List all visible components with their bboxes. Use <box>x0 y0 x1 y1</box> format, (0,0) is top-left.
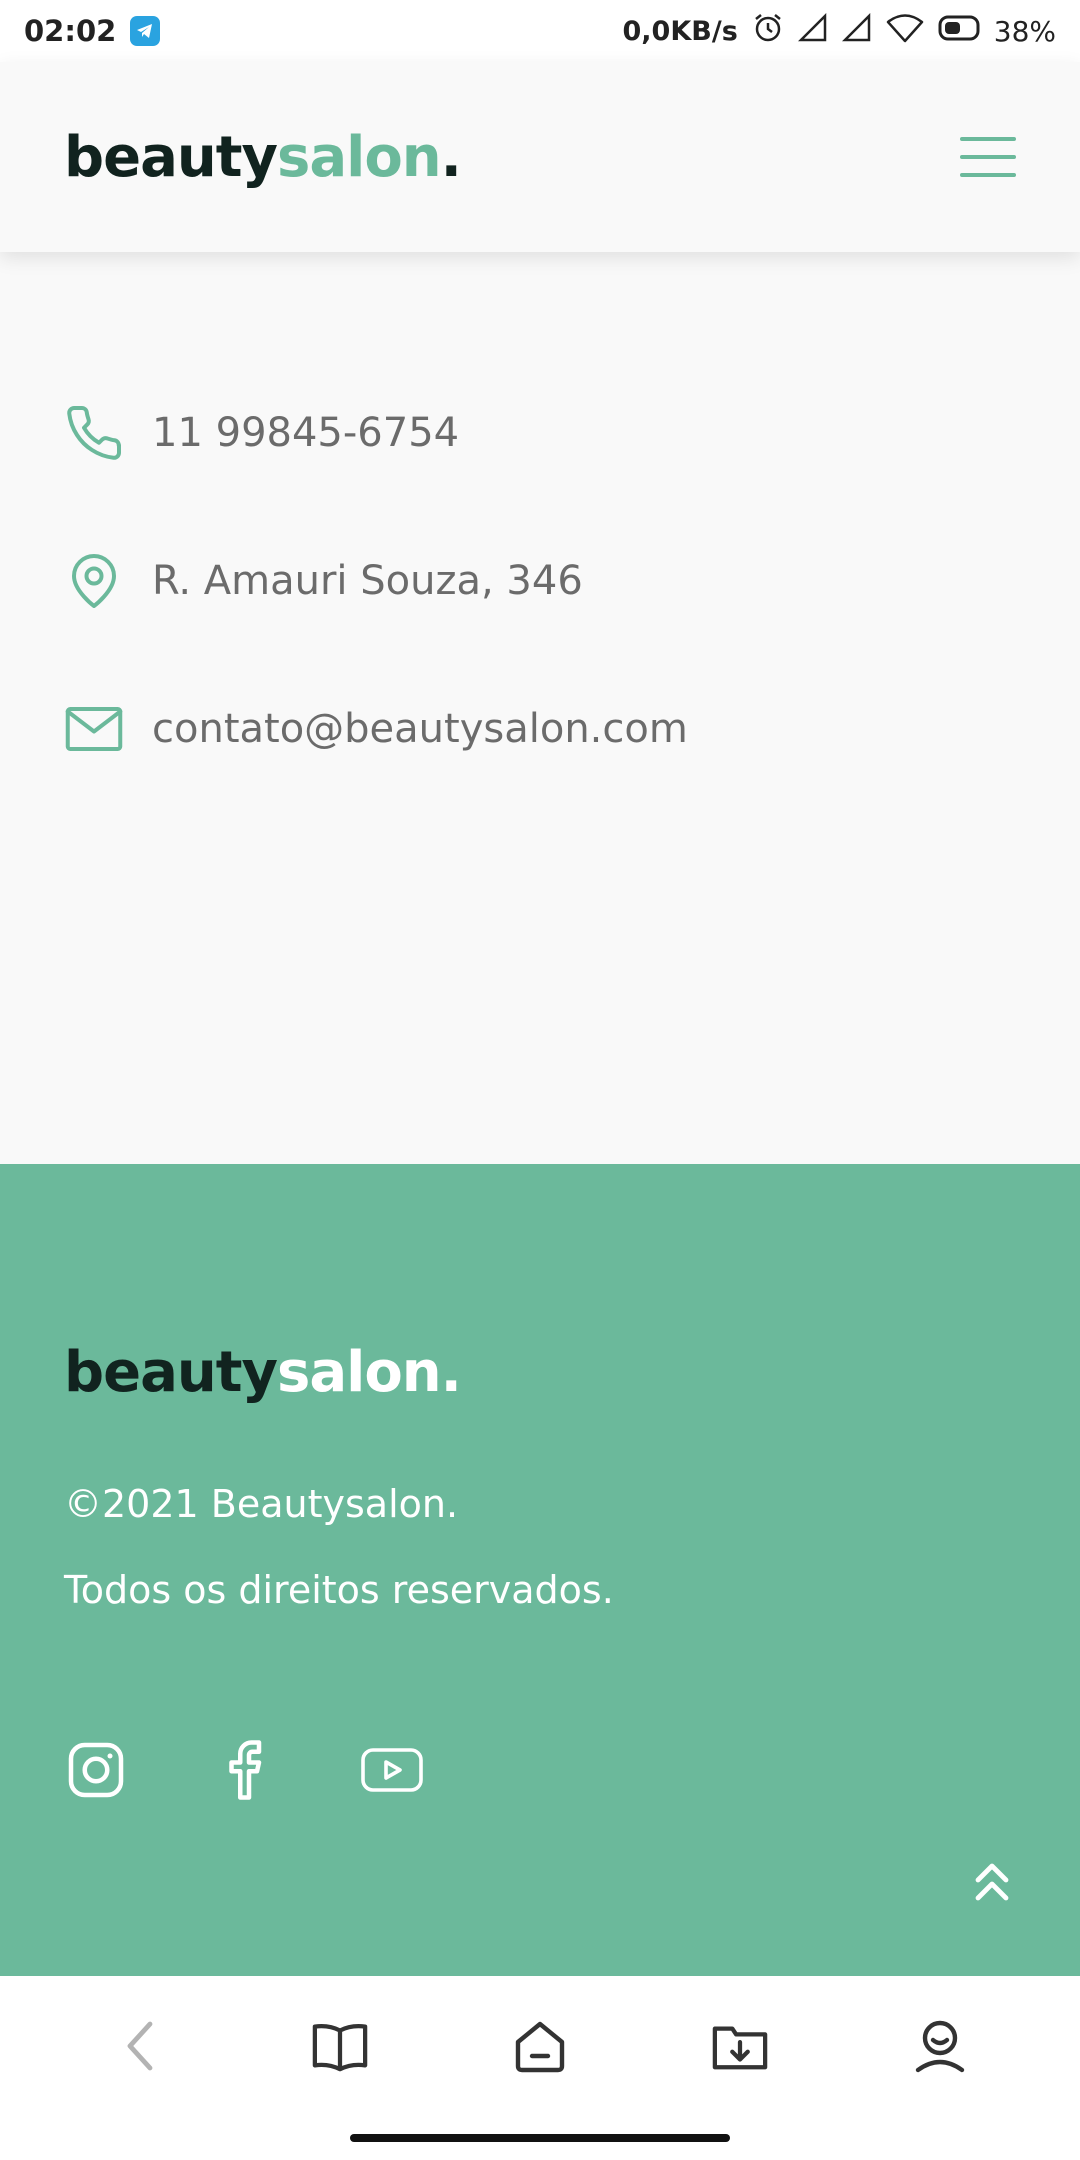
contact-address[interactable]: R. Amauri Souza, 346 <box>64 550 1080 612</box>
copyright-text: ©2021 Beautysalon. <box>64 1482 459 1526</box>
site-footer: beautysalon. ©2021 Beautysalon. Todos os… <box>0 1164 1080 1976</box>
battery-percent: 38% <box>993 14 1056 48</box>
contact-email[interactable]: contato@beautysalon.com <box>64 698 1080 760</box>
footer-logo[interactable]: beautysalon. <box>64 1340 462 1405</box>
battery-icon <box>938 15 980 48</box>
contact-section: 11 99845-6754 R. Amauri Souza, 346 conta… <box>0 252 1080 1164</box>
status-left: 02:02 <box>24 14 161 48</box>
status-right: 0,0KB/s 38% <box>622 12 1056 51</box>
telegram-icon <box>130 16 161 46</box>
youtube-icon[interactable] <box>360 1738 424 1802</box>
alarm-icon <box>752 12 784 51</box>
downloads-icon[interactable] <box>700 2006 780 2086</box>
instagram-icon[interactable] <box>64 1738 128 1802</box>
phone-icon <box>64 402 124 464</box>
contact-phone-text: 11 99845-6754 <box>152 410 460 456</box>
double-chevron-up-icon[interactable] <box>968 1854 1016 1910</box>
browser-nav-bar <box>0 1976 1080 2160</box>
contact-email-text: contato@beautysalon.com <box>152 706 688 752</box>
network-speed: 0,0KB/s <box>622 15 738 47</box>
logo-part-salon: salon <box>277 124 442 190</box>
rights-text: Todos os direitos reservados. <box>64 1568 614 1612</box>
browser-nav-icons <box>0 1976 1080 2116</box>
logo-part-beauty: beauty <box>64 1340 278 1405</box>
menu-line <box>960 155 1016 159</box>
hamburger-icon[interactable] <box>960 137 1016 177</box>
social-links <box>64 1738 424 1802</box>
menu-line <box>960 173 1016 177</box>
location-pin-icon <box>64 550 124 612</box>
status-time: 02:02 <box>24 14 117 48</box>
site-logo[interactable]: beautysalon. <box>64 124 462 190</box>
facebook-icon[interactable] <box>212 1738 276 1802</box>
signal-icon <box>797 12 828 50</box>
logo-dot: . <box>440 124 462 190</box>
status-bar: 02:02 0,0KB/s 38% <box>0 0 1080 62</box>
logo-part-salon: salon <box>277 1340 442 1405</box>
profile-icon[interactable] <box>900 2006 980 2086</box>
signal-icon <box>841 12 872 50</box>
home-icon[interactable] <box>500 2006 580 2086</box>
mail-icon <box>64 698 124 760</box>
back-icon[interactable] <box>100 2006 180 2086</box>
home-indicator <box>350 2134 730 2142</box>
site-header: beautysalon. <box>0 62 1080 252</box>
contact-phone[interactable]: 11 99845-6754 <box>64 402 1080 464</box>
logo-part-beauty: beauty <box>64 124 278 190</box>
logo-dot: . <box>440 1340 462 1405</box>
wifi-icon <box>886 13 924 50</box>
contact-address-text: R. Amauri Souza, 346 <box>152 558 583 604</box>
menu-line <box>960 137 1016 141</box>
bookmarks-icon[interactable] <box>300 2006 380 2086</box>
